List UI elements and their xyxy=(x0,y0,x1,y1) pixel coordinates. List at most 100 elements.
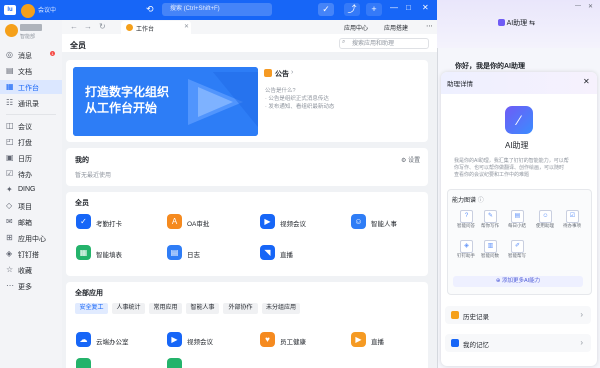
sidebar-item-meeting[interactable]: ◫ 会议 xyxy=(0,119,62,133)
chevron-right-icon: › xyxy=(580,310,583,319)
app-attendance[interactable]: ✓ 考勤打卡 xyxy=(76,214,156,232)
chevron-right-icon: › xyxy=(580,338,583,347)
sidebar-item-todo[interactable]: ☑ 待办 xyxy=(0,167,62,181)
qa-icon: ? xyxy=(460,210,473,223)
chip-external[interactable]: 外部协作 xyxy=(223,303,258,314)
back-arrow-icon[interactable]: ← xyxy=(70,22,78,31)
live-icon: ▶ xyxy=(351,332,366,347)
sidebar-item-docs[interactable]: ▤ 文档 xyxy=(0,64,62,78)
chevron-right-icon[interactable]: › xyxy=(291,69,293,76)
app-video-meeting-2[interactable]: ▶ 视频会议 xyxy=(167,332,247,350)
ability-label: 钉钉助手 xyxy=(457,253,475,258)
sidebar-item-calendar[interactable]: ▣ 日历 xyxy=(0,151,62,165)
info-icon: ⓘ xyxy=(477,198,484,204)
video-icon: ▶ xyxy=(167,332,182,347)
close-icon[interactable]: ✕ xyxy=(583,77,590,86)
check-icon[interactable]: ✓ xyxy=(318,3,334,16)
banner-title-line2: 从工作台开始 xyxy=(85,101,158,115)
chip-safe-return[interactable]: 安全复工 xyxy=(75,303,108,314)
ability-label: 智能问答 xyxy=(457,223,475,228)
app-builder-link[interactable]: 应用搭建 xyxy=(384,23,408,32)
memory-icon xyxy=(451,339,459,347)
app-center-link[interactable]: 应用中心 xyxy=(344,23,368,32)
close-icon[interactable]: ✕ xyxy=(422,3,429,12)
ability-daily-summary[interactable]: ▤ 每日小结 xyxy=(506,210,528,232)
ability-map-title: 能力图谱 ⓘ xyxy=(452,195,484,204)
app-icon-partial xyxy=(167,358,182,368)
app-live[interactable]: ◥ 直播 xyxy=(260,245,340,263)
sidebar-item-mail[interactable]: ✉ 邮箱 xyxy=(0,215,62,229)
close-icon[interactable]: ✕ xyxy=(588,3,593,10)
app-search-input[interactable]: 搜索应用和助理 xyxy=(339,38,429,49)
live-icon: ◥ xyxy=(260,245,275,260)
builder-icon: ◈ xyxy=(6,249,13,258)
chip-ungrouped[interactable]: 未分组应用 xyxy=(262,303,300,314)
chip-hr-stats[interactable]: 人事统计 xyxy=(112,303,145,314)
ai-assistant-icon: ⁄ xyxy=(505,106,533,134)
app-live-2[interactable]: ▶ 直播 xyxy=(351,332,431,350)
row-label: 历史记录 xyxy=(463,314,489,321)
app-cloud-office[interactable]: ☁ 云端办公室 xyxy=(76,332,156,350)
ai-panel-title-label: AI助理 xyxy=(506,20,528,27)
maximize-icon[interactable]: □ xyxy=(406,3,411,12)
contacts-icon: ☷ xyxy=(6,98,14,107)
notice-line: · 发布通知、看组织最新动态 xyxy=(265,104,335,110)
app-oa-approval[interactable]: A OA审批 xyxy=(167,214,247,232)
chip-smart-hr[interactable]: 智能人事 xyxy=(186,303,219,314)
app-center-icon: ⊞ xyxy=(6,233,13,242)
attendance-icon: ✓ xyxy=(76,214,91,229)
app-label: 日志 xyxy=(187,252,200,259)
app-smart-hr[interactable]: ☺ 智能人事 xyxy=(351,214,431,232)
user-avatar[interactable] xyxy=(21,4,35,18)
sidebar-item-more[interactable]: ⋯ 更多 xyxy=(0,279,62,293)
sidebar-item-workbench[interactable]: ▦ 工作台 xyxy=(0,80,62,94)
assistant-detail-title: 助理详情 xyxy=(447,81,473,88)
app-label: 员工健康 xyxy=(280,339,306,346)
sidebar-item-app-center[interactable]: ⊞ 应用中心 xyxy=(0,231,62,245)
ability-qa[interactable]: ? 智能问答 xyxy=(455,210,477,232)
tab-close-icon[interactable]: ✕ xyxy=(184,23,189,30)
sidebar-item-builder[interactable]: ◈ 钉钉搭 xyxy=(0,247,62,261)
profile-avatar[interactable] xyxy=(5,24,18,37)
notice-title[interactable]: 公告 xyxy=(275,69,289,79)
edit-icon: ✐ xyxy=(511,240,524,253)
summary-icon: ▤ xyxy=(511,210,524,223)
minimize-icon[interactable]: — xyxy=(390,3,398,12)
share-icon[interactable]: ⤴ xyxy=(344,3,360,16)
clock-icon[interactable]: ⟲ xyxy=(146,4,154,15)
ability-write[interactable]: ✎ 帮你写作 xyxy=(479,210,501,232)
project-icon: ◇ xyxy=(6,201,13,210)
history-row[interactable]: 历史记录 › xyxy=(445,306,591,324)
profile-org: 智能部 xyxy=(20,34,36,40)
forward-arrow-icon[interactable]: → xyxy=(84,22,92,31)
app-employee-health[interactable]: ♥ 员工健康 xyxy=(260,332,340,350)
ability-todo[interactable]: ☑ 待办事项 xyxy=(561,210,583,232)
minimize-icon[interactable]: — xyxy=(575,3,581,9)
sidebar-item-drive[interactable]: ◰ 打盘 xyxy=(0,135,62,149)
app-video-meeting[interactable]: ▶ 视频会议 xyxy=(260,214,340,232)
ability-use-assistant[interactable]: ☺ 使用助理 xyxy=(534,210,556,232)
chip-common-apps[interactable]: 常用应用 xyxy=(149,303,182,314)
ability-helper[interactable]: ◈ 钉钉助手 xyxy=(455,240,477,262)
ability-label: 使用助理 xyxy=(536,223,554,228)
app-smart-form[interactable]: ▦ 智能填表 xyxy=(76,245,156,263)
sidebar-item-ding[interactable]: ✦ DING xyxy=(0,183,62,197)
app-log[interactable]: ▤ 日志 xyxy=(167,245,247,263)
ability-data-qa[interactable]: ▥ 智能问数 xyxy=(479,240,501,262)
org-selector[interactable]: 全员 xyxy=(70,40,86,51)
my-apps-title: 我的 xyxy=(75,157,89,164)
ability-label: 帮你写作 xyxy=(481,223,499,228)
ability-smart-write[interactable]: ✐ 智能帮写 xyxy=(506,240,528,262)
sidebar-item-contacts[interactable]: ☷ 通讯录 xyxy=(0,96,62,110)
memory-row[interactable]: 我的记忆 › xyxy=(445,334,591,352)
add-button[interactable]: + xyxy=(366,3,382,16)
refresh-icon[interactable]: ↻ xyxy=(99,22,106,31)
more-icon[interactable]: ⋯ xyxy=(426,22,433,30)
sidebar-item-favorites[interactable]: ☆ 收藏 xyxy=(0,263,62,277)
ai-panel-title[interactable]: AI助理 ⇆ xyxy=(498,18,535,28)
sidebar-item-project[interactable]: ◇ 项目 xyxy=(0,199,62,213)
cloud-icon: ☁ xyxy=(76,332,91,347)
global-search-input[interactable]: 搜索 (Ctrl+Shift+F) xyxy=(162,3,272,16)
add-ability-button[interactable]: ⊕ 添加更多AI能力 xyxy=(453,276,583,287)
settings-link[interactable]: ⚙ 设置 xyxy=(401,155,420,164)
